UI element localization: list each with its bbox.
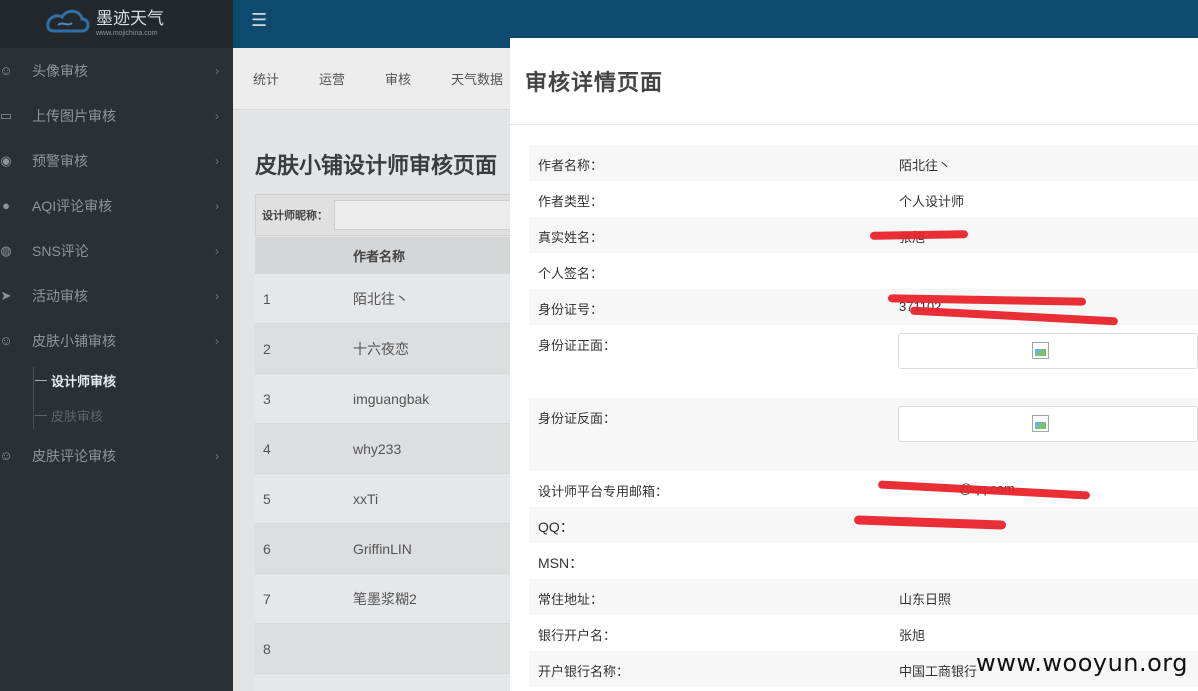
sidebar-item-skin-shop-review[interactable]: ☺ 皮肤小铺审核 ›	[0, 318, 233, 363]
chevron-right-icon: ›	[215, 448, 219, 463]
sidebar-subitem-label: 设计师审核	[51, 374, 117, 389]
detail-row-author-name: 作者名称： 陌北往丶	[529, 145, 1198, 181]
detail-list: 作者名称： 陌北往丶 作者类型： 个人设计师 真实姓名： 张旭 个人签名： 身份…	[529, 145, 1198, 687]
chevron-right-icon: ›	[215, 288, 219, 303]
comments-icon: ◍	[0, 242, 12, 258]
detail-label: 身份证反面：	[538, 411, 617, 426]
sidebar-subitem-skin-review[interactable]: 皮肤审核	[33, 398, 233, 433]
id-front-image[interactable]	[898, 333, 1198, 369]
row-number: 2	[263, 340, 271, 357]
modal-header: 审核详情页面	[510, 38, 1198, 125]
detail-value: 个人设计师	[899, 194, 965, 209]
detail-label: 作者名称：	[538, 158, 604, 173]
sidebar-item-avatar-review[interactable]: ☺ 头像审核 ›	[0, 48, 233, 93]
detail-label: 真实姓名：	[538, 230, 604, 245]
detail-row-msn: MSN：	[529, 543, 1198, 579]
broken-image-icon	[1032, 342, 1049, 359]
detail-label: 身份证号：	[538, 302, 604, 317]
sidebar-item-aqi-comment-review[interactable]: ● AQI评论审核 ›	[0, 183, 233, 228]
tree-dash	[35, 380, 47, 381]
detail-label: 身份证正面：	[538, 338, 617, 353]
chevron-right-icon: ›	[215, 243, 219, 258]
detail-value: 山东日照	[899, 592, 952, 607]
sidebar-item-label: 皮肤评论审核	[32, 447, 116, 464]
detail-row-bank-account-name: 银行开户名： 张旭	[529, 615, 1198, 651]
detail-label: 开户银行名称：	[538, 664, 630, 679]
detail-value	[899, 253, 1198, 289]
tree-dash	[35, 415, 47, 416]
sidebar-item-upload-image-review[interactable]: ▭ 上传图片审核 ›	[0, 93, 233, 138]
detail-row-author-type: 作者类型： 个人设计师	[529, 181, 1198, 217]
tab-weather-data[interactable]: 天气数据	[451, 69, 503, 88]
broken-image-icon	[1032, 415, 1049, 432]
detail-label: 常住地址：	[538, 592, 604, 607]
send-icon: ➤	[0, 287, 12, 303]
page-title: 皮肤小铺设计师审核页面	[255, 153, 498, 178]
sidebar: 墨迹天气 www.mojichina.com ☺ 头像审核 › ▭ 上传图片审核…	[0, 0, 233, 691]
detail-label: QQ：	[538, 519, 574, 535]
sidebar-item-activity-review[interactable]: ➤ 活动审核 ›	[0, 273, 233, 318]
sidebar-subitem-designer-review[interactable]: 设计师审核	[33, 363, 233, 398]
chevron-right-icon: ›	[215, 63, 219, 78]
logo-title: 墨迹天气	[96, 9, 164, 29]
id-back-image[interactable]	[898, 406, 1198, 442]
detail-value: 陌北往丶	[899, 158, 952, 173]
logo[interactable]: 墨迹天气 www.mojichina.com	[0, 0, 233, 48]
row-number: 5	[263, 490, 271, 507]
chevron-right-icon: ›	[215, 333, 219, 348]
tab-review[interactable]: 审核	[385, 69, 411, 88]
detail-label: 银行开户名：	[538, 628, 617, 643]
tab-statistics[interactable]: 统计	[253, 69, 279, 88]
review-detail-modal: 审核详情页面 作者名称： 陌北往丶 作者类型： 个人设计师 真实姓名： 张旭 个…	[510, 38, 1198, 691]
comment-icon: ●	[2, 197, 10, 213]
sidebar-item-label: 上传图片审核	[32, 107, 116, 124]
detail-value: 张旭	[899, 628, 926, 643]
row-number: 1	[263, 290, 271, 307]
sidebar-item-warning-review[interactable]: ◉ 预警审核 ›	[0, 138, 233, 183]
row-number: 8	[263, 640, 271, 657]
detail-row-id-back: 身份证反面：	[529, 398, 1198, 471]
logo-subtitle: www.mojichina.com	[96, 30, 158, 37]
dashboard-icon: ◉	[0, 152, 12, 168]
sidebar-item-label: 头像审核	[32, 62, 88, 79]
image-icon: ▭	[0, 107, 13, 123]
menu-toggle-icon[interactable]: ☰	[251, 10, 267, 31]
cloud-logo-icon	[44, 7, 92, 41]
sidebar-submenu: 设计师审核 皮肤审核	[0, 363, 233, 433]
detail-row-email: 设计师平台专用邮箱： @qq.com	[529, 471, 1198, 507]
detail-row-real-name: 真实姓名： 张旭	[529, 217, 1198, 253]
detail-value	[899, 543, 1198, 579]
chevron-right-icon: ›	[215, 108, 219, 123]
detail-label: MSN：	[538, 555, 584, 571]
sidebar-item-label: AQI评论审核	[32, 197, 113, 214]
sidebar-item-label: 活动审核	[32, 287, 88, 304]
detail-row-id-front: 身份证正面：	[529, 325, 1198, 398]
detail-label: 设计师平台专用邮箱：	[538, 484, 669, 499]
row-number: 3	[263, 390, 271, 407]
redaction-mark	[869, 230, 969, 240]
tab-operations[interactable]: 运营	[319, 69, 345, 88]
detail-label: 个人签名：	[538, 266, 604, 281]
chevron-right-icon: ›	[215, 198, 219, 213]
sidebar-item-sns-comment[interactable]: ◍ SNS评论 ›	[0, 228, 233, 273]
sidebar-item-label: SNS评论	[32, 242, 89, 259]
sidebar-item-skin-comment-review[interactable]: ☺ 皮肤评论审核 ›	[0, 433, 233, 478]
sidebar-subitem-label: 皮肤审核	[51, 409, 104, 424]
smile-icon: ☺	[0, 332, 13, 348]
sidebar-item-label: 预警审核	[32, 152, 88, 169]
detail-row-qq: QQ：	[529, 507, 1198, 543]
chevron-right-icon: ›	[215, 153, 219, 168]
filter-label: 设计师昵称：	[262, 210, 328, 222]
row-number: 7	[263, 590, 271, 607]
smile-icon: ☺	[0, 62, 13, 78]
modal-title: 审核详情页面	[525, 70, 664, 95]
row-number: 4	[263, 440, 271, 457]
smile-icon: ☺	[0, 447, 13, 463]
row-number: 6	[263, 540, 271, 557]
detail-row-address: 常住地址： 山东日照	[529, 579, 1198, 615]
watermark: www.wooyun.org	[976, 649, 1188, 677]
detail-row-signature: 个人签名：	[529, 253, 1198, 289]
detail-label: 作者类型：	[538, 194, 604, 209]
sidebar-item-label: 皮肤小铺审核	[32, 332, 116, 349]
